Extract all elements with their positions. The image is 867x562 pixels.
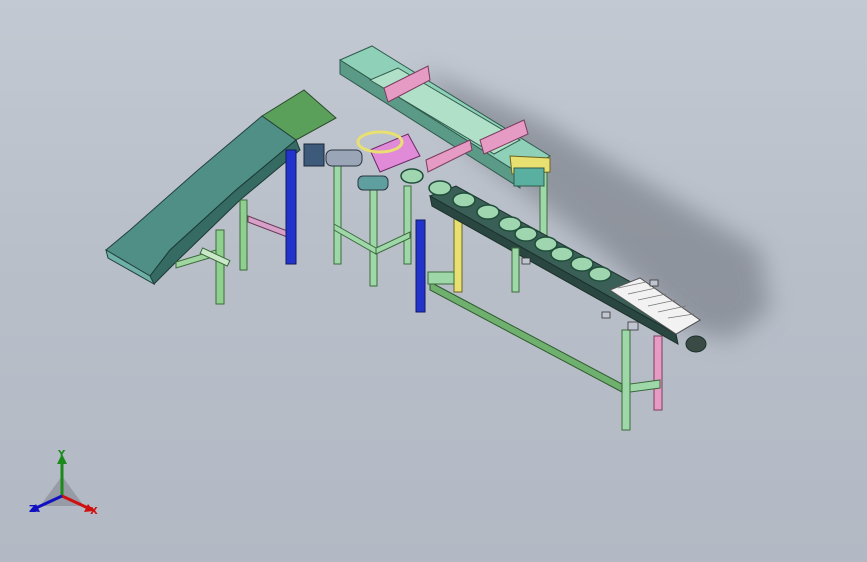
orientation-triad-icon[interactable] [22, 448, 112, 528]
conveyor-brace [429, 281, 623, 393]
chute-leg [215, 229, 225, 305]
chute-brace [247, 215, 291, 239]
yellow-post [453, 211, 463, 293]
inclined-conveyor[interactable] [105, 89, 337, 305]
motor [303, 143, 325, 167]
conveyor-foot [427, 271, 455, 285]
cup [452, 192, 476, 208]
cup [514, 226, 538, 242]
gantry-leg [333, 149, 342, 265]
gantry-leg [369, 179, 378, 287]
cylinder [325, 149, 363, 167]
cup [428, 180, 452, 196]
gantry-end-block [513, 167, 545, 187]
cylinder [357, 175, 389, 191]
y-axis-label: Y [58, 449, 66, 460]
conveyor-leg [621, 329, 631, 431]
cup [550, 246, 574, 262]
cup [570, 256, 594, 272]
gantry-leg [403, 185, 412, 265]
blue-post-2 [415, 219, 426, 313]
x-axis-label: X [90, 506, 98, 517]
mount-plate [425, 139, 473, 173]
cup [400, 168, 424, 184]
z-axis-label: Z [29, 504, 37, 515]
cad-viewport[interactable]: Y X Z [0, 0, 867, 562]
conveyor-leg [653, 335, 663, 411]
cup [588, 266, 612, 282]
cup [476, 204, 500, 220]
assembly-model[interactable] [0, 0, 867, 562]
conveyor-leg [511, 247, 520, 293]
chute-leg [239, 199, 248, 271]
drive-roller [685, 335, 707, 353]
blue-post [285, 149, 297, 265]
